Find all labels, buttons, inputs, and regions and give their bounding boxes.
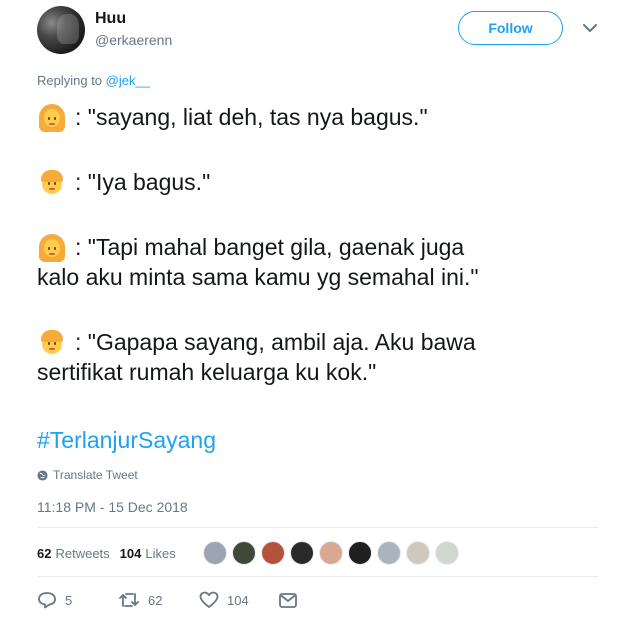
- liker-avatar[interactable]: [348, 541, 372, 565]
- likes-label: Likes: [145, 545, 176, 561]
- tweet-line-text: : "sayang, liat deh, tas nya bagus.": [75, 104, 428, 130]
- hashtag-link[interactable]: #TerlanjurSayang: [37, 427, 216, 454]
- liker-avatar[interactable]: [435, 541, 459, 565]
- girl-emoji-icon: [37, 102, 67, 132]
- retweets-label: Retweets: [55, 545, 110, 561]
- boy-emoji-icon: [37, 327, 67, 357]
- replying-prefix: Replying to: [37, 73, 103, 88]
- like-button[interactable]: 104: [199, 588, 249, 612]
- liker-avatar[interactable]: [203, 541, 227, 565]
- heart-icon: [199, 591, 219, 608]
- tweet-line-text: sertifikat rumah keluarga ku kok.": [37, 359, 377, 385]
- tweet-stats: 62 Retweets 104 Likes: [37, 538, 186, 568]
- tweet-timestamp[interactable]: 11:18 PM - 15 Dec 2018: [37, 499, 188, 515]
- likes-stat[interactable]: 104 Likes: [120, 546, 176, 561]
- liker-avatar[interactable]: [261, 541, 285, 565]
- divider: [37, 576, 598, 577]
- liker-avatar[interactable]: [319, 541, 343, 565]
- tweet-line-text: : "Iya bagus.": [75, 169, 211, 195]
- boy-emoji-icon: [37, 167, 67, 197]
- reply-count: 5: [65, 592, 73, 608]
- tweet-line: : "Gapapa sayang, ambil aja. Aku bawa: [37, 327, 601, 357]
- likes-count: 104: [119, 545, 142, 561]
- liker-avatar[interactable]: [290, 541, 314, 565]
- reply-button[interactable]: 5: [37, 588, 72, 612]
- user-handle[interactable]: @erkaerenn: [95, 32, 172, 48]
- liker-avatar[interactable]: [377, 541, 401, 565]
- reply-icon: [38, 592, 56, 609]
- translate-label: Translate Tweet: [53, 468, 138, 482]
- globe-icon: [37, 469, 48, 481]
- retweet-icon: [119, 593, 139, 607]
- tweet-line: : "sayang, liat deh, tas nya bagus.": [37, 102, 601, 132]
- retweets-stat[interactable]: 62 Retweets: [37, 546, 110, 561]
- tweet-text: : "sayang, liat deh, tas nya bagus." : "…: [37, 102, 601, 387]
- tweet-line-text: : "Tapi mahal banget gila, gaenak juga: [75, 234, 465, 260]
- like-count: 104: [227, 592, 249, 608]
- tweet-line-text: kalo aku minta sama kamu yg semahal ini.…: [37, 264, 479, 290]
- tweet-line: sertifikat rumah keluarga ku kok.": [37, 357, 601, 387]
- user-name[interactable]: Huu: [95, 10, 126, 28]
- follow-button[interactable]: Follow: [458, 11, 563, 45]
- liker-avatar[interactable]: [232, 541, 256, 565]
- reply-mention-link[interactable]: @jek__: [106, 73, 150, 88]
- divider: [37, 527, 598, 528]
- liker-avatars: [203, 541, 464, 565]
- retweets-count: 62: [37, 545, 52, 561]
- tweet-line: : "Iya bagus.": [37, 167, 601, 197]
- chevron-down-icon[interactable]: [580, 18, 600, 38]
- liker-avatar[interactable]: [406, 541, 430, 565]
- girl-emoji-icon: [37, 232, 67, 262]
- tweet-line: : "Tapi mahal banget gila, gaenak juga: [37, 232, 601, 262]
- tweet-line-text: : "Gapapa sayang, ambil aja. Aku bawa: [75, 329, 476, 355]
- replying-to: Replying to @jek__: [37, 73, 150, 88]
- direct-message-button[interactable]: [279, 588, 305, 612]
- tweet-line: kalo aku minta sama kamu yg semahal ini.…: [37, 262, 601, 292]
- translate-tweet-link[interactable]: Translate Tweet: [37, 468, 138, 482]
- tweet-header: Huu @erkaerenn Follow: [37, 6, 601, 58]
- retweet-count: 62: [148, 592, 163, 608]
- avatar[interactable]: [37, 6, 85, 54]
- envelope-icon: [279, 592, 297, 608]
- retweet-button[interactable]: 62: [118, 588, 162, 612]
